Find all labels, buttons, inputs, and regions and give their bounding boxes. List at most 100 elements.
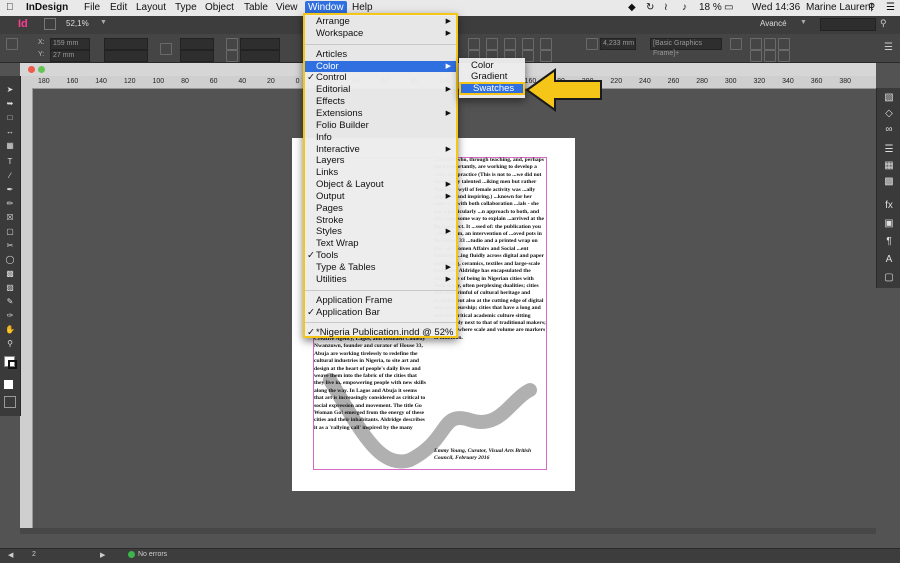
menu-item-stroke[interactable]: Stroke xyxy=(305,215,456,226)
pages-panel-icon[interactable]: ▧ xyxy=(883,92,895,104)
notification-center-icon[interactable]: ☰ xyxy=(886,2,895,13)
menu-item-object-layout[interactable]: Object & Layout ▶ xyxy=(305,179,456,190)
preflight-status-icon[interactable] xyxy=(128,551,135,558)
search-icon[interactable]: ⚲ xyxy=(880,18,887,29)
menu-item-styles[interactable]: Styles ▶ xyxy=(305,226,456,237)
content-collector-icon[interactable]: ▦ xyxy=(5,142,15,150)
menu-item-layers[interactable]: Layers xyxy=(305,155,456,166)
reference-point-icon[interactable] xyxy=(6,38,18,50)
stroke-weight-field[interactable]: 4,233 mm xyxy=(600,38,636,50)
align-center-icon[interactable] xyxy=(764,38,776,50)
line-tool-icon[interactable]: ∕ xyxy=(5,172,15,180)
fill-frame-icon[interactable] xyxy=(522,38,534,50)
horizontal-scrollbar[interactable] xyxy=(20,528,876,534)
workspace-switcher[interactable]: Avancé xyxy=(760,19,787,28)
menu-layout[interactable]: Layout xyxy=(136,2,166,13)
battery-percent[interactable]: 18 % xyxy=(699,2,722,13)
pencil-tool-icon[interactable]: ✏ xyxy=(5,200,15,208)
zoom-tool-icon[interactable]: ⚲ xyxy=(5,340,15,348)
volume-icon[interactable]: ♪ xyxy=(682,2,687,13)
rectangle-frame-tool-icon[interactable]: ☒ xyxy=(5,214,15,222)
menu-item-info[interactable]: Info xyxy=(305,132,456,143)
apply-color-icon[interactable] xyxy=(4,380,13,389)
type-tool-icon[interactable]: T xyxy=(5,158,15,166)
panel-menu-icon[interactable]: ☰ xyxy=(884,42,893,53)
chevron-down-icon[interactable]: ▼ xyxy=(800,19,807,26)
menu-item-arrange[interactable]: Arrange ▶ xyxy=(305,16,456,27)
scale-y-field[interactable] xyxy=(180,50,214,62)
swatches-panel-icon[interactable]: ▦ xyxy=(883,160,895,172)
menu-app-name[interactable]: InDesign xyxy=(26,2,68,13)
object-style-select[interactable]: [Basic Graphics Frame]+ xyxy=(650,38,722,57)
rectangle-tool-icon[interactable]: ▢ xyxy=(5,228,15,236)
next-page-icon[interactable]: ▶ xyxy=(100,551,105,559)
height-field[interactable] xyxy=(104,50,148,62)
menu-help[interactable]: Help xyxy=(352,2,373,13)
align-right-icon[interactable] xyxy=(778,38,790,50)
close-window-icon[interactable] xyxy=(28,66,35,73)
menu-view[interactable]: View xyxy=(276,2,298,13)
layers-panel-icon[interactable]: ◇ xyxy=(883,108,895,120)
menu-item-articles[interactable]: Articles xyxy=(305,49,456,60)
menu-item-utilities[interactable]: Utilities ▶ xyxy=(305,274,456,285)
stroke-swatch[interactable] xyxy=(8,360,17,369)
vertical-ruler[interactable] xyxy=(20,88,33,528)
menu-item-links[interactable]: Links xyxy=(305,167,456,178)
eyedropper-tool-icon[interactable]: ✑ xyxy=(5,312,15,320)
first-page-icon[interactable]: ◀ xyxy=(8,551,13,559)
rotate-icon[interactable] xyxy=(226,38,238,50)
menu-file[interactable]: File xyxy=(84,2,100,13)
text-frame-left[interactable]: Creative Agency, Lagos, and Disinaeli Co… xyxy=(314,336,426,468)
gradient-swatch-tool-icon[interactable]: ▩ xyxy=(5,270,15,278)
text-wrap-icon[interactable] xyxy=(540,50,552,62)
menu-item-color[interactable]: Color ▶ xyxy=(305,60,456,72)
effects-panel-icon[interactable]: fx xyxy=(883,200,895,212)
links-panel-icon[interactable]: ∞ xyxy=(883,124,895,136)
align-top-icon[interactable] xyxy=(750,50,762,62)
zoom-window-icon[interactable] xyxy=(38,66,45,73)
menu-type[interactable]: Type xyxy=(175,2,197,13)
apple-icon[interactable]:  xyxy=(6,2,14,13)
shear-field[interactable] xyxy=(240,50,280,62)
hand-tool-icon[interactable]: ✋ xyxy=(5,326,15,334)
page-number-field[interactable]: 2 xyxy=(32,551,36,558)
object-styles-icon[interactable]: ▢ xyxy=(883,272,895,284)
align-bottom-icon[interactable] xyxy=(778,50,790,62)
search-stock-input[interactable] xyxy=(820,18,876,31)
text-wrap-panel-icon[interactable]: ▣ xyxy=(883,218,895,230)
menu-item-type-tables[interactable]: Type & Tables ▶ xyxy=(305,262,456,273)
menu-item-application-bar[interactable]: ✓ Application Bar xyxy=(305,307,456,318)
wifi-icon[interactable]: ≀ xyxy=(664,2,668,13)
menu-item-effects[interactable]: Effects xyxy=(305,96,456,107)
constrain-proportions-icon[interactable] xyxy=(160,43,172,55)
page-tool-icon[interactable]: □ xyxy=(5,114,15,122)
selection-tool-icon[interactable]: ➤ xyxy=(5,86,15,94)
align-left-icon[interactable] xyxy=(750,38,762,50)
new-style-icon[interactable] xyxy=(730,38,742,50)
gradient-panel-icon[interactable]: ▩ xyxy=(883,176,895,188)
menu-edit[interactable]: Edit xyxy=(110,2,127,13)
fill-icon[interactable] xyxy=(468,38,480,50)
clock[interactable]: Wed 14:36 xyxy=(752,2,800,13)
menu-item-text-wrap[interactable]: Text Wrap xyxy=(305,238,456,249)
character-styles-icon[interactable]: A xyxy=(883,254,895,266)
menu-item-nigeria-publication-indd-52[interactable]: ✓ *Nigeria Publication.indd @ 52% xyxy=(305,327,456,338)
menu-item-application-frame[interactable]: Application Frame xyxy=(305,295,456,306)
free-transform-tool-icon[interactable]: ◯ xyxy=(5,256,15,264)
gap-tool-icon[interactable]: ↔ xyxy=(5,128,15,136)
bridge-icon[interactable] xyxy=(44,18,56,30)
scissors-tool-icon[interactable]: ✂ xyxy=(5,242,15,250)
menu-object[interactable]: Object xyxy=(205,2,234,13)
zoom-level[interactable]: 52,1% xyxy=(66,19,89,28)
note-tool-icon[interactable]: ✎ xyxy=(5,298,15,306)
menu-item-extensions[interactable]: Extensions ▶ xyxy=(305,108,456,119)
width-field[interactable] xyxy=(104,38,148,50)
x-position-field[interactable]: 159 mm xyxy=(50,38,90,50)
menu-table[interactable]: Table xyxy=(244,2,268,13)
screen-mode-icon[interactable] xyxy=(4,396,16,408)
sync-icon[interactable]: ↻ xyxy=(646,2,654,13)
menu-item-folio-builder[interactable]: Folio Builder xyxy=(305,120,456,131)
menu-item-workspace[interactable]: Workspace ▶ xyxy=(305,28,456,39)
dropbox-icon[interactable]: ◆ xyxy=(628,2,636,13)
menu-item-output[interactable]: Output ▶ xyxy=(305,191,456,202)
